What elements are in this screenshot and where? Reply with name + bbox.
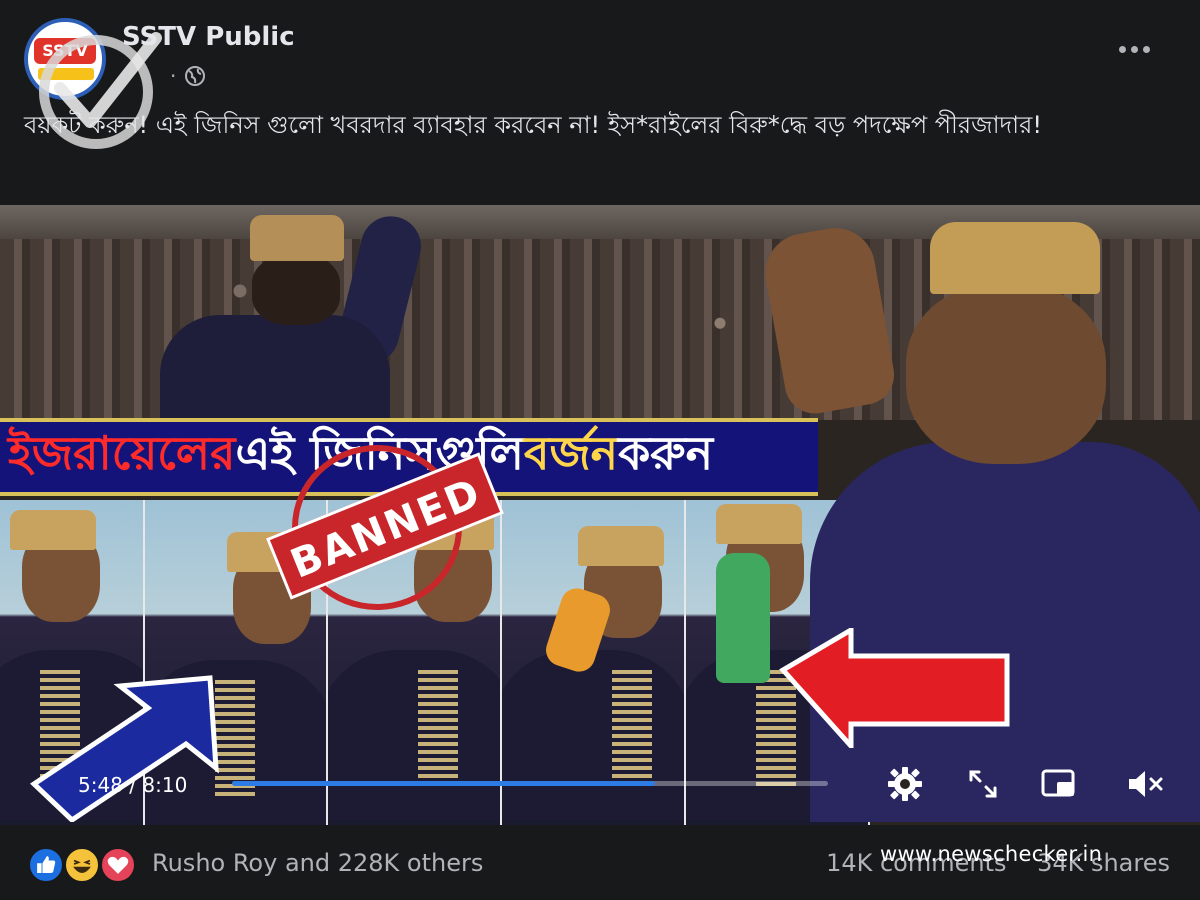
fullscreen-icon[interactable] — [964, 765, 1002, 803]
like-reaction-icon — [28, 847, 64, 883]
red-arrow-icon — [779, 628, 1010, 748]
headline-part-1: ইজরায়েলের — [8, 426, 236, 480]
thumbnail-panel — [502, 500, 686, 825]
more-options-icon[interactable] — [1119, 46, 1150, 53]
post-meta: · — [170, 64, 206, 88]
page-name[interactable]: SSTV Public — [122, 22, 295, 52]
reaction-summary[interactable]: Rusho Roy and 228K others — [152, 849, 483, 877]
current-time: 5:48 — [78, 773, 123, 797]
duration: 8:10 — [142, 773, 188, 797]
picture-in-picture-icon[interactable] — [1040, 765, 1078, 803]
avatar-logo-text: SSTV — [34, 38, 96, 64]
video-progress-bar[interactable] — [232, 781, 828, 786]
time-separator: · — [170, 64, 177, 88]
newschecker-watermark: www.newschecker.in — [880, 842, 1103, 866]
facebook-video-post: SSTV SSTV Public · বয়কট করুন! এই জিনিস … — [0, 0, 1200, 900]
headline-part-4: করুন — [618, 426, 714, 480]
post-header: SSTV SSTV Public · বয়কট করুন! এই জিনিস … — [0, 0, 1200, 205]
time-separator-slash: / — [129, 773, 137, 797]
headline-part-3: বর্জন — [523, 426, 619, 480]
settings-icon[interactable] — [886, 765, 924, 803]
banned-stamp: BANNED — [266, 445, 504, 615]
video-time: 5:48 / 8:10 — [78, 773, 187, 797]
speaker-from-behind — [160, 209, 460, 425]
love-reaction-icon — [100, 847, 136, 883]
post-caption: বয়কট করুন! এই জিনিস গুলো খবরদার ব্যাবহা… — [24, 111, 1042, 139]
page-avatar[interactable]: SSTV — [24, 18, 106, 100]
video-player[interactable]: ইজরায়েলের এই জিনিসগুলি বর্জন করুন BANNE… — [0, 205, 1200, 825]
soda-bottle — [716, 553, 770, 683]
haha-reaction-icon — [64, 847, 100, 883]
mute-icon[interactable] — [1126, 765, 1164, 803]
reaction-icons[interactable] — [28, 847, 142, 883]
avatar-logo-strip — [38, 68, 94, 80]
globe-icon[interactable] — [184, 65, 206, 87]
video-progress-fill — [232, 781, 656, 786]
blue-arrow-icon — [30, 675, 219, 822]
